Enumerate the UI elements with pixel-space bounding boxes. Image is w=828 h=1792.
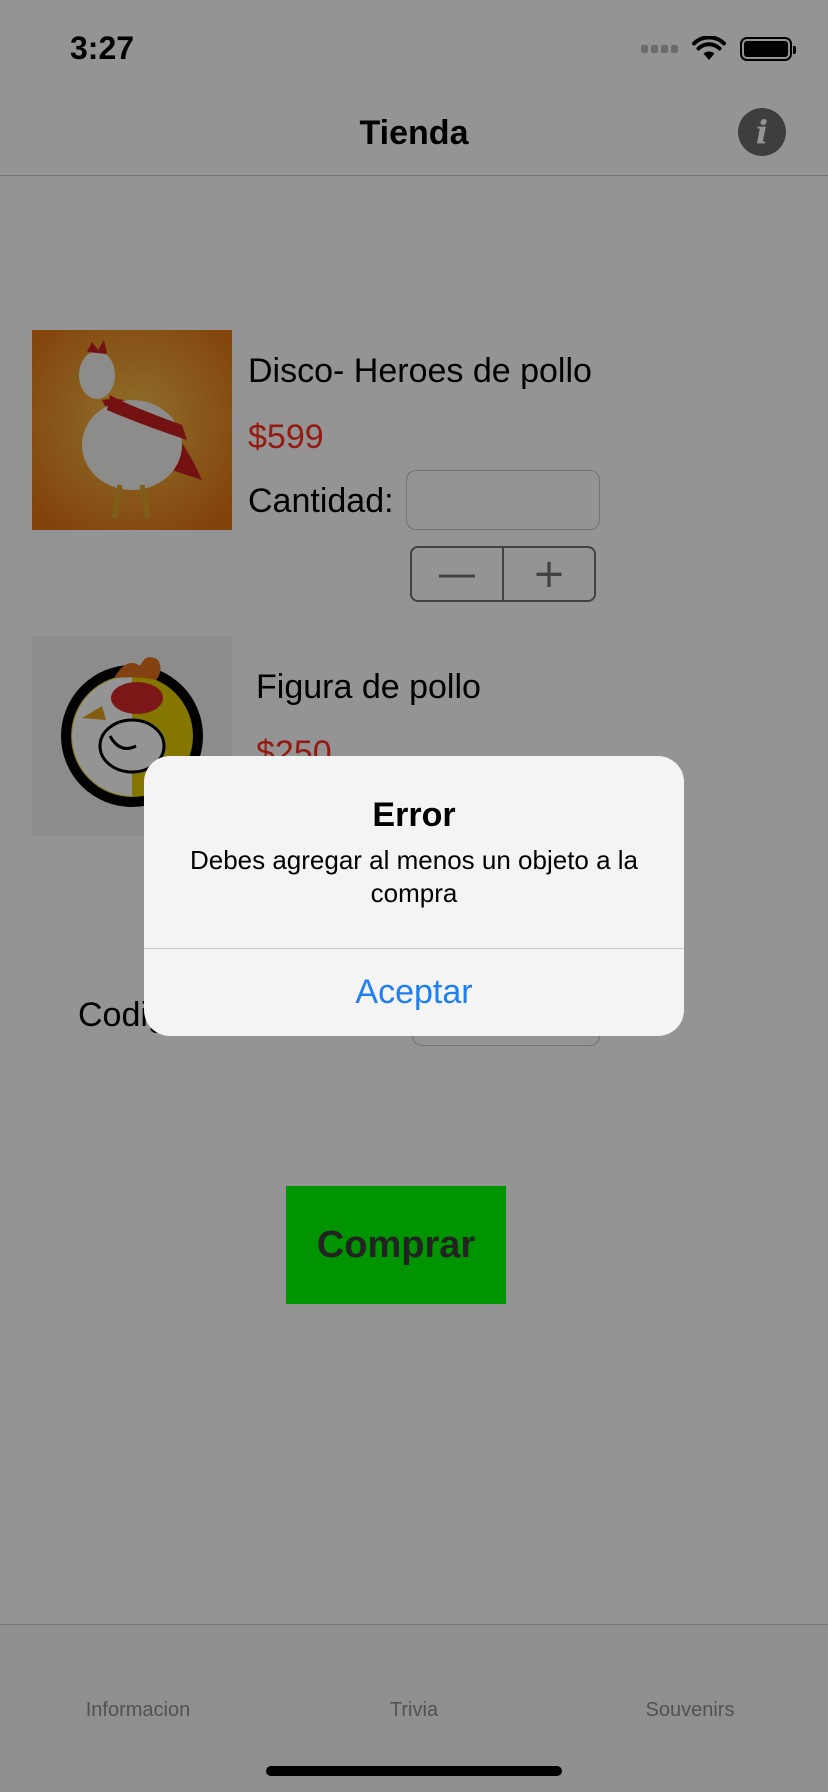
alert-title: Error xyxy=(372,796,456,834)
home-indicator[interactable] xyxy=(266,1766,562,1776)
alert-message: Debes agregar al menos un objeto a la co… xyxy=(189,845,639,908)
accept-button[interactable]: Aceptar xyxy=(144,949,684,1036)
error-alert: Error Debes agregar al menos un objeto a… xyxy=(144,756,684,1036)
